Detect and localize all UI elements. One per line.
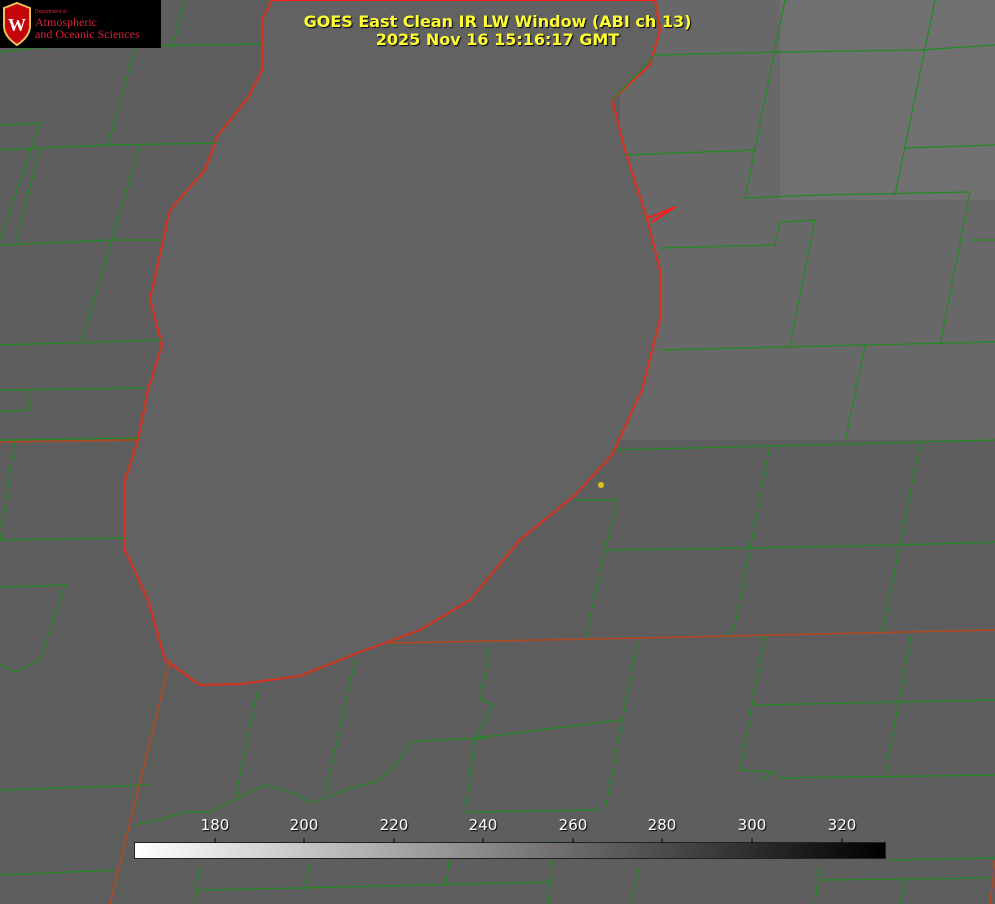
colorbar-tick-label: 320 bbox=[827, 816, 857, 834]
colorbar-tick-label: 260 bbox=[558, 816, 588, 834]
colorbar-tick-label: 200 bbox=[289, 816, 319, 834]
colorbar-tick-label: 180 bbox=[200, 816, 230, 834]
image-timestamp: 2025 Nov 16 15:16:17 GMT bbox=[375, 30, 620, 49]
satellite-map bbox=[0, 0, 995, 904]
image-title: GOES East Clean IR LW Window (ABI ch 13) bbox=[303, 12, 692, 31]
colorbar-tick-label: 280 bbox=[647, 816, 677, 834]
temperature-colorbar bbox=[134, 842, 886, 859]
colorbar-tick-label: 240 bbox=[468, 816, 498, 834]
colorbar-tick-label: 220 bbox=[379, 816, 409, 834]
location-marker bbox=[598, 482, 604, 488]
colorbar-tick-label: 300 bbox=[737, 816, 767, 834]
